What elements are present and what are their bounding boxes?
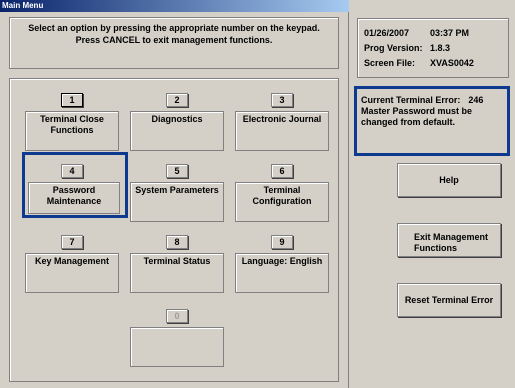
reset-terminal-error-button[interactable]: Reset Terminal Error [397,283,501,317]
terminal-info-panel: 01/26/2007 03:37 PM Prog Version: 1.8.3 Sc… [357,18,509,78]
option-1-number-button[interactable]: 1 [61,93,83,107]
prog-version-label: Prog Version: [364,43,423,53]
right-panel: 01/26/2007 03:37 PM Prog Version: 1.8.3 Sc… [350,0,515,388]
window-title: Main Menu [0,0,349,12]
help-button[interactable]: Help [397,163,501,197]
option-9-number-button[interactable]: 9 [271,235,293,249]
options-grid: 1 Terminal Close Functions 2 Diagnostics… [9,78,339,382]
screen-file-label: Screen File: [364,58,416,68]
option-7-number-button[interactable]: 7 [61,235,83,249]
time-value: 03:37 PM [430,28,470,38]
prog-version-value: 1.8.3 [430,43,451,53]
option-4-password-maintenance[interactable]: Password Maintenance [28,182,120,214]
option-5-system-parameters[interactable]: System Parameters [130,182,224,222]
option-0-number-button[interactable]: 0 [166,309,188,323]
screen-file-value: XVAS0042 [430,58,474,68]
terminal-error-panel: Current Terminal Error: 246 Master Passwo… [354,86,510,156]
date-value: 01/26/2007 [364,28,410,38]
option-2-diagnostics[interactable]: Diagnostics [130,111,224,151]
option-7-key-management[interactable]: Key Management [25,253,119,293]
error-code: 246 [468,95,484,105]
instructions-line-1: Select an option by pressing the appropr… [28,23,320,33]
option-8-terminal-status[interactable]: Terminal Status [130,253,224,293]
instructions-panel: Select an option by pressing the appropr… [9,17,339,69]
option-5-number-button[interactable]: 5 [166,164,188,178]
option-2-number-button[interactable]: 2 [166,93,188,107]
error-label: Current Terminal Error: [361,95,461,105]
option-6-number-button[interactable]: 6 [271,164,293,178]
option-3-number-button[interactable]: 3 [271,93,293,107]
exit-management-functions-button[interactable]: Exit Management Functions [397,223,501,257]
option-3-electronic-journal[interactable]: Electronic Journal [235,111,329,151]
error-message: Master Password must be changed from def… [361,106,473,127]
option-1-terminal-close-functions[interactable]: Terminal Close Functions [25,111,119,151]
option-8-number-button[interactable]: 8 [166,235,188,249]
option-0-empty[interactable] [130,327,224,367]
option-4-number-button[interactable]: 4 [61,164,83,178]
instructions-line-2: Press CANCEL to exit management function… [75,35,273,45]
option-9-language[interactable]: Language: English [235,253,329,293]
main-menu-window: Main Menu Select an option by pressing t… [0,0,349,388]
option-6-terminal-configuration[interactable]: Terminal Configuration [235,182,329,222]
